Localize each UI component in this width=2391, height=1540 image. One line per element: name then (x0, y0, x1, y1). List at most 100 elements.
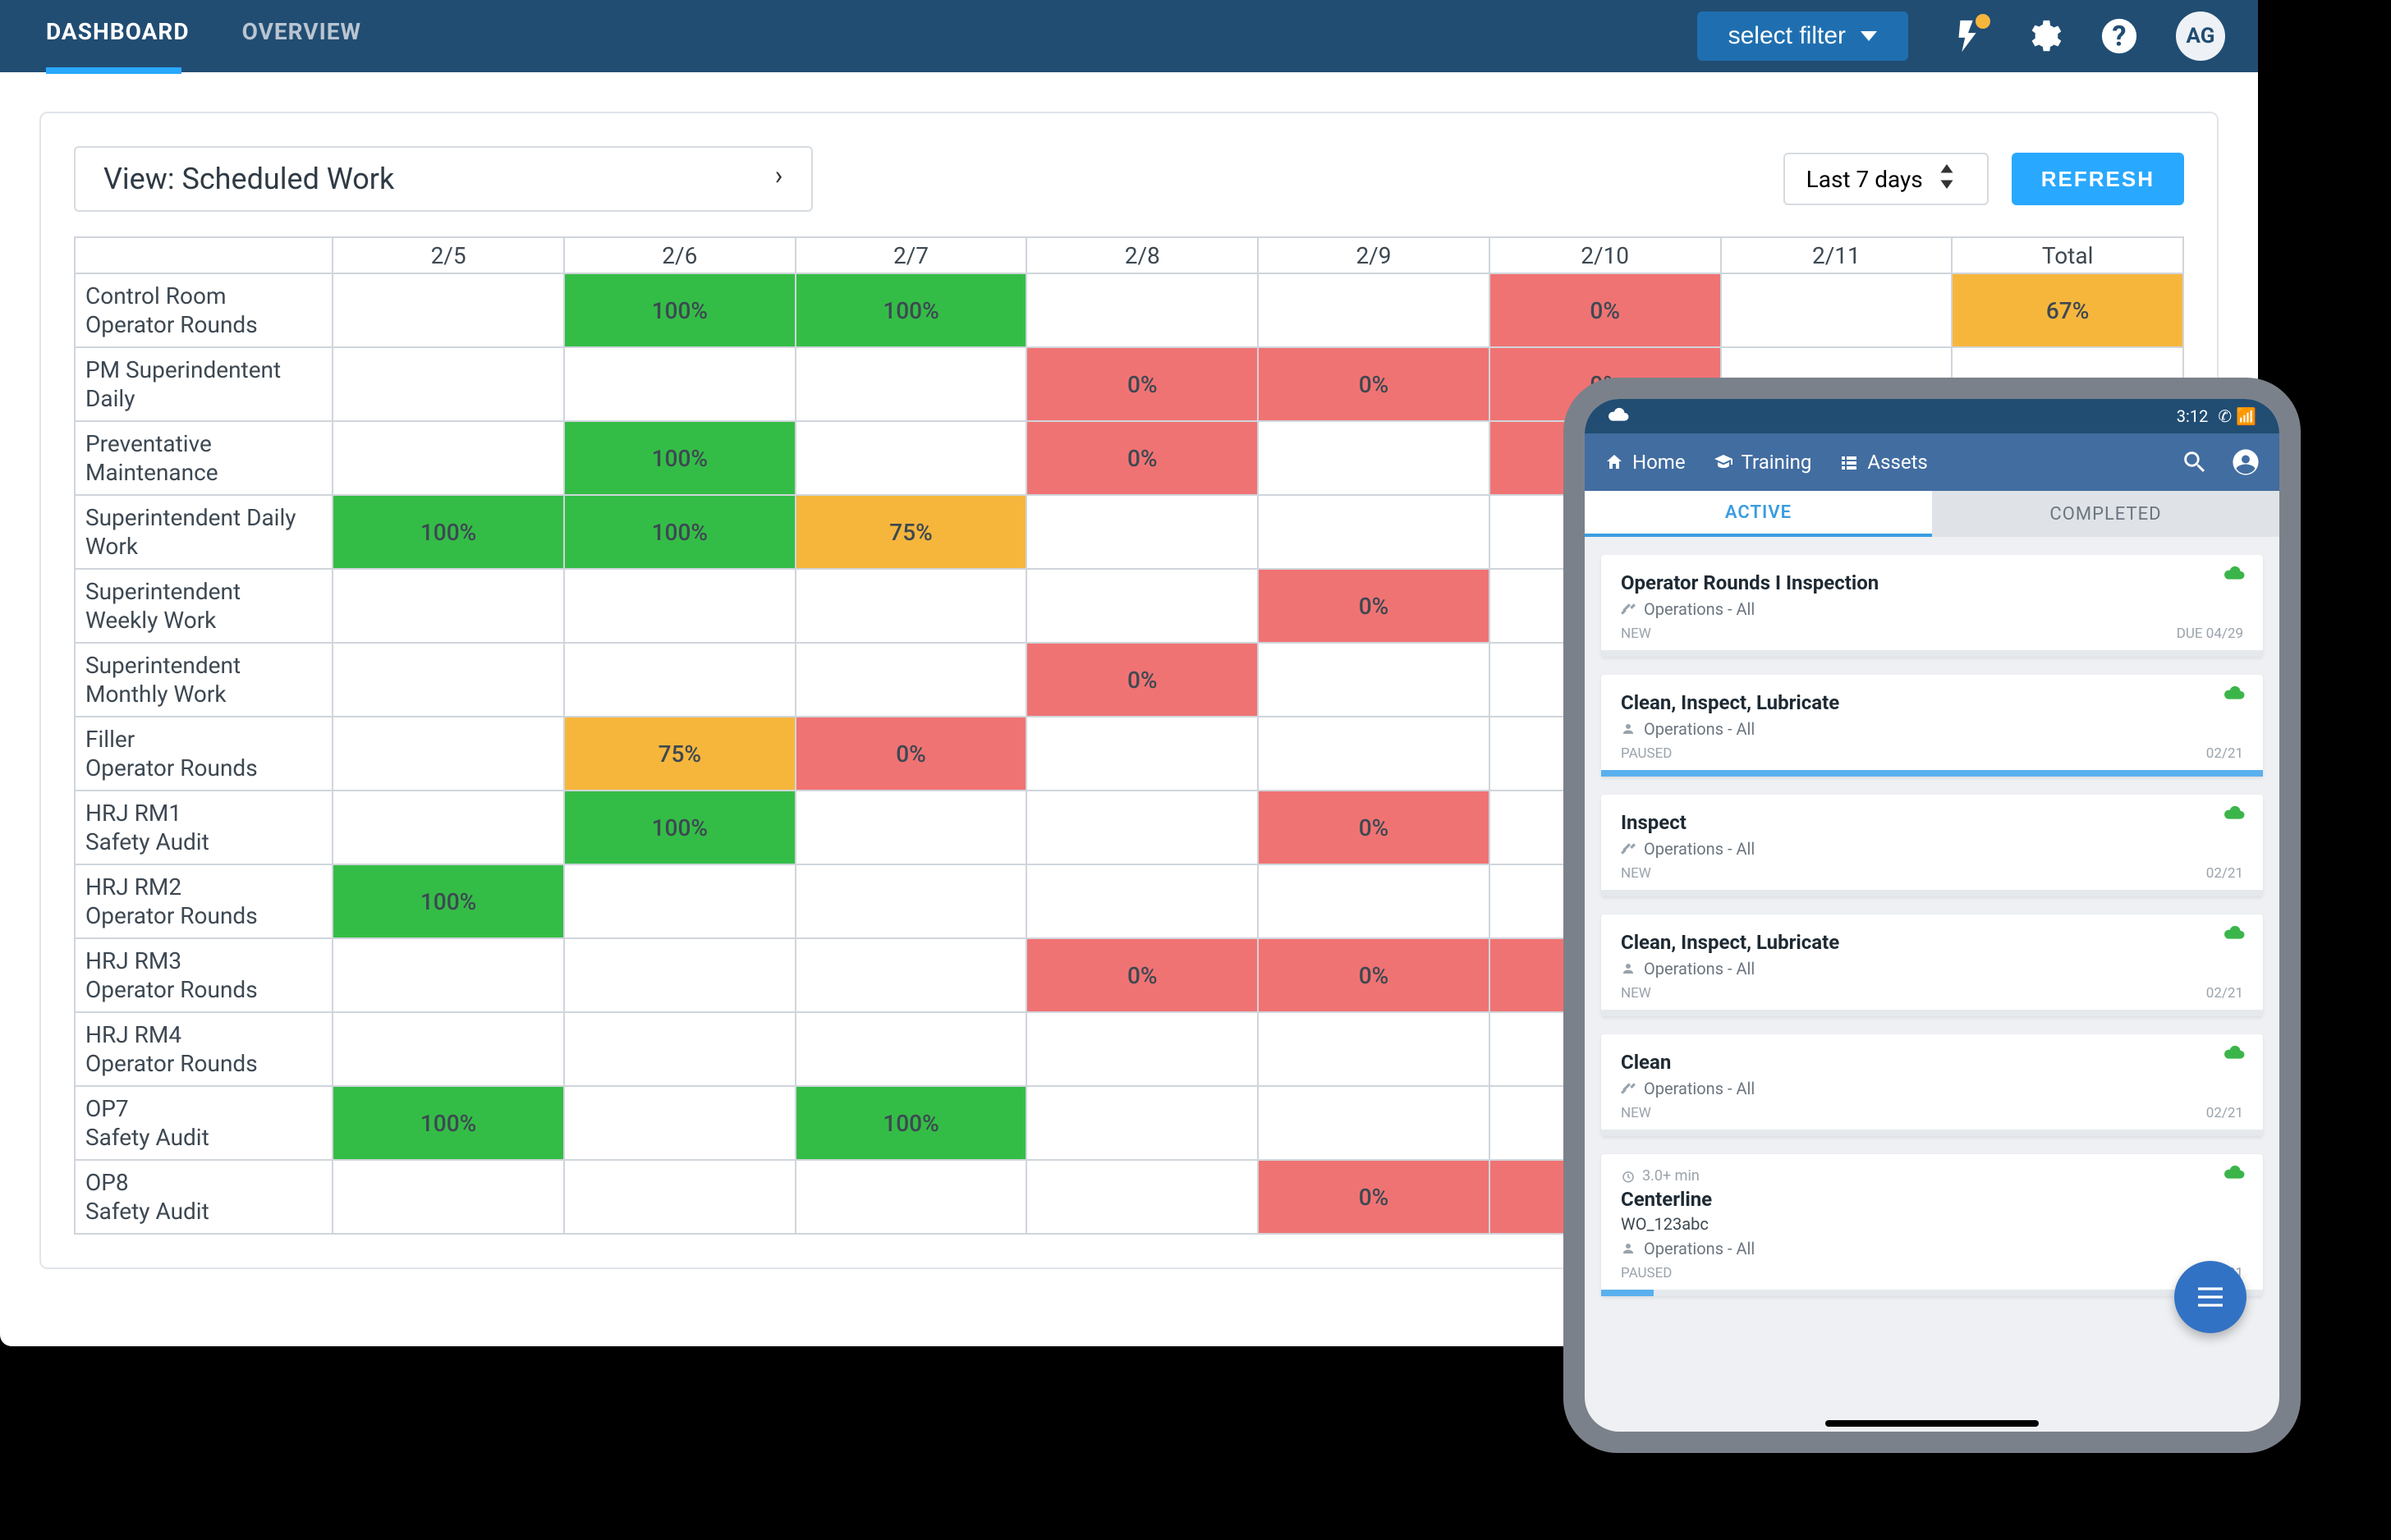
range-select[interactable]: Last 7 days (1783, 153, 1989, 205)
column-header: 2/8 (1026, 237, 1258, 273)
phone-nav-home[interactable]: Home (1604, 451, 1686, 474)
cell (564, 938, 796, 1012)
cell (564, 1012, 796, 1086)
column-header: 2/9 (1258, 237, 1489, 273)
avatar-initials: AG (2187, 24, 2215, 48)
cell (1026, 495, 1258, 569)
nav-tab-overview[interactable]: OVERVIEW (242, 0, 361, 72)
cell: 0% (1026, 938, 1258, 1012)
cell: 75% (564, 717, 796, 791)
card-progress (1601, 1130, 2263, 1136)
card-due: 02/21 (2206, 985, 2243, 1001)
work-card[interactable]: 3.0+ minCenterlineWO_123abcOperations - … (1601, 1154, 2263, 1296)
refresh-button[interactable]: REFRESH (2012, 153, 2184, 205)
row-label: SuperintendentMonthly Work (75, 643, 333, 717)
cloud-icon (1608, 406, 1629, 427)
row-label: PM SuperindententDaily (75, 347, 333, 421)
cell (333, 643, 564, 717)
card-status: NEW (1621, 865, 1651, 882)
cell: 0% (1258, 1160, 1489, 1234)
work-card[interactable]: Clean, Inspect, LubricateOperations - Al… (1601, 914, 2263, 1016)
cell (1258, 717, 1489, 791)
row-label: Control RoomOperator Rounds (75, 273, 333, 347)
cell (1026, 864, 1258, 938)
cell: 0% (1258, 791, 1489, 864)
cell: 0% (1026, 421, 1258, 495)
cell (564, 643, 796, 717)
cell (333, 1012, 564, 1086)
card-progress (1601, 1290, 2263, 1296)
fab-button[interactable] (2174, 1261, 2246, 1333)
cloud-sync-icon (2223, 1044, 2245, 1064)
cell (564, 1160, 796, 1234)
cell: 75% (796, 495, 1027, 569)
work-card[interactable]: Operator Rounds I InspectionOperations -… (1601, 555, 2263, 657)
row-label: SuperintendentWeekly Work (75, 569, 333, 643)
card-status: PAUSED (1621, 1265, 1672, 1281)
avatar[interactable]: AG (2176, 11, 2225, 61)
search-icon[interactable] (2181, 448, 2209, 476)
home-icon (1604, 452, 1624, 472)
cell (1026, 569, 1258, 643)
view-select[interactable]: View: Scheduled Work ‹ (74, 146, 813, 212)
cell: 0% (1489, 273, 1721, 347)
card-title: Clean, Inspect, Lubricate (1621, 931, 2243, 954)
cell (796, 421, 1027, 495)
card-progress (1601, 650, 2263, 657)
column-header: Total (1952, 237, 2183, 273)
card-due: DUE 04/29 (2177, 626, 2243, 642)
cell (564, 569, 796, 643)
work-card[interactable]: CleanOperations - AllNEW02/21 (1601, 1034, 2263, 1136)
cell (333, 273, 564, 347)
row-label: HRJ RM1Safety Audit (75, 791, 333, 864)
cell: 100% (796, 1086, 1027, 1160)
user-icon[interactable] (2232, 448, 2260, 476)
card-due: 02/21 (2206, 865, 2243, 882)
cell (1026, 1012, 1258, 1086)
segtab-active[interactable]: ACTIVE (1585, 491, 1932, 537)
help-icon[interactable]: ? (2100, 17, 2138, 55)
card-title: Inspect (1621, 811, 2243, 834)
card-title: Clean, Inspect, Lubricate (1621, 691, 2243, 714)
card-progress (1601, 1010, 2263, 1016)
segtab-completed[interactable]: COMPLETED (1932, 491, 2279, 537)
cell: 100% (564, 791, 796, 864)
cell (333, 421, 564, 495)
notification-dot (1976, 14, 1990, 29)
cell: 100% (333, 864, 564, 938)
card-operations: Operations - All (1621, 1079, 2243, 1098)
cell: 0% (1258, 569, 1489, 643)
card-status: PAUSED (1621, 745, 1672, 762)
cell (564, 864, 796, 938)
cell: 0% (1026, 643, 1258, 717)
cell: 0% (1258, 938, 1489, 1012)
cell (796, 569, 1027, 643)
cell: 100% (333, 1086, 564, 1160)
card-status: NEW (1621, 626, 1651, 642)
filter-button[interactable]: select filter (1697, 11, 1908, 61)
cell (1721, 273, 1953, 347)
work-card[interactable]: Clean, Inspect, Lubricate Operations - Al… (1601, 675, 2263, 777)
phone-nav-training[interactable]: Training (1714, 451, 1812, 474)
cell (333, 791, 564, 864)
cloud-sync-icon (2223, 924, 2245, 944)
gear-icon[interactable] (2025, 17, 2063, 55)
table-row: Control RoomOperator Rounds100%100%0%67% (75, 273, 2183, 347)
card-title: Operator Rounds I Inspection (1621, 571, 2243, 594)
phone-nav-assets[interactable]: Assets (1839, 451, 1927, 474)
filter-label: select filter (1728, 22, 1846, 50)
nav-tab-dashboard[interactable]: DASHBOARD (46, 0, 190, 72)
cell (1258, 421, 1489, 495)
cell (1026, 791, 1258, 864)
card-progress (1601, 770, 2263, 777)
phone-time: 3:12 (2177, 406, 2209, 426)
bolt-icon[interactable] (1949, 17, 1987, 55)
cell (796, 791, 1027, 864)
home-handle (1825, 1420, 2039, 1427)
work-card[interactable]: InspectOperations - AllNEW02/21 (1601, 795, 2263, 896)
cell (1258, 1086, 1489, 1160)
card-operations: Operations - All (1621, 719, 2243, 739)
chevron-down-icon (1861, 31, 1877, 41)
cloud-sync-icon (2223, 1164, 2245, 1184)
cell (333, 569, 564, 643)
